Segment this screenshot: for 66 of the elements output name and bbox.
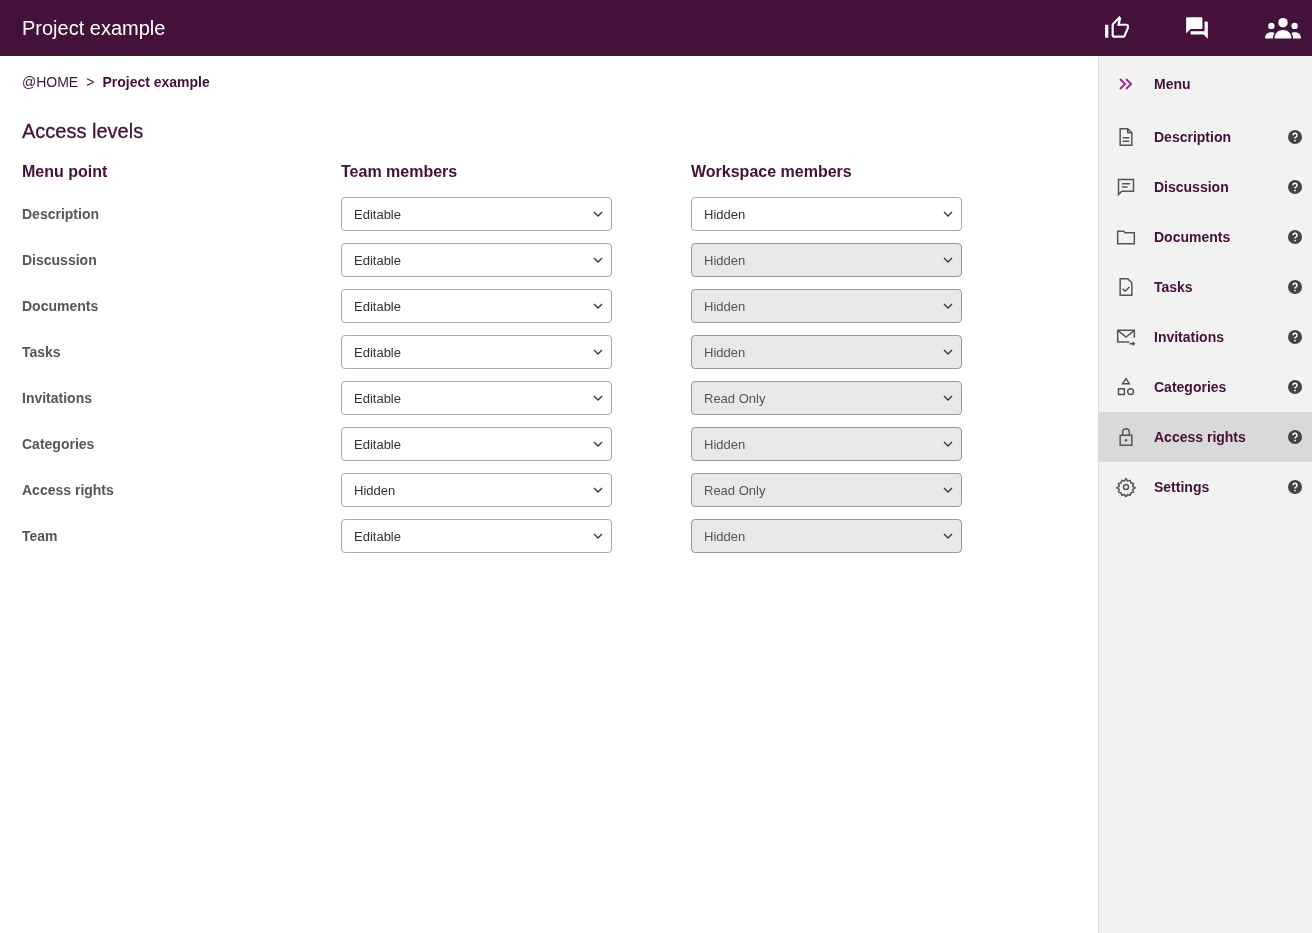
chevron-down-icon: [593, 439, 603, 449]
chevron-down-icon: [943, 439, 953, 449]
menu-point-label: Invitations: [22, 390, 93, 406]
column-header: Team members: [341, 163, 459, 182]
chevron-down-icon: [593, 209, 603, 219]
dropdown[interactable]: Hidden: [691, 197, 962, 231]
chevron-down-icon: [943, 393, 953, 403]
chevron-down-icon: [943, 485, 953, 495]
sidebar-item[interactable]: Description: [1099, 112, 1312, 162]
breadcrumb-separator: >: [86, 74, 95, 90]
help-icon[interactable]: [1288, 280, 1302, 294]
dropdown[interactable]: Editable: [341, 197, 612, 231]
chevron-down-icon: [593, 347, 603, 357]
menu-point-label: Discussion: [22, 252, 98, 268]
shapes-icon: [1116, 377, 1136, 397]
sidebar-item[interactable]: Tasks: [1099, 262, 1312, 312]
dropdown[interactable]: Editable: [341, 427, 612, 461]
chevron-down-icon: [943, 531, 953, 541]
checked-document-icon: [1116, 277, 1136, 297]
dropdown[interactable]: Editable: [341, 381, 612, 415]
breadcrumb-current: Project example: [102, 74, 210, 90]
menu-toggle[interactable]: Menu: [1099, 59, 1312, 109]
help-icon[interactable]: [1288, 480, 1302, 494]
message-icon: [1116, 177, 1136, 197]
help-icon[interactable]: [1288, 330, 1302, 344]
chevron-down-icon: [943, 209, 953, 219]
menu-point-label: Tasks: [22, 344, 62, 360]
chevron-down-icon: [943, 347, 953, 357]
sidebar-item[interactable]: Settings: [1099, 462, 1312, 512]
lock-icon: [1116, 427, 1136, 447]
folder-icon: [1116, 227, 1136, 247]
help-icon[interactable]: [1288, 380, 1302, 394]
chevron-down-icon: [593, 393, 603, 403]
dropdown[interactable]: Editable: [341, 519, 612, 553]
help-icon[interactable]: [1288, 180, 1302, 194]
chevron-down-icon: [943, 301, 953, 311]
column-header: Menu point: [22, 163, 109, 182]
document-icon: [1116, 127, 1136, 147]
dropdown[interactable]: Hidden: [341, 473, 612, 507]
app-title: Project example: [22, 16, 167, 40]
chevron-down-icon: [593, 531, 603, 541]
chevron-down-icon: [943, 255, 953, 265]
sidebar-item[interactable]: Categories: [1099, 362, 1312, 412]
chevron-down-icon: [593, 255, 603, 265]
menu-point-label: Documents: [22, 298, 100, 314]
sidebar-item[interactable]: Documents: [1099, 212, 1312, 262]
breadcrumb-link[interactable]: @HOME: [22, 74, 79, 90]
page-title: Access levels: [22, 120, 145, 143]
dropdown[interactable]: Editable: [341, 289, 612, 323]
menu-point-label: Team: [22, 528, 59, 544]
dropdown[interactable]: Editable: [341, 243, 612, 277]
menu-point-label: Access rights: [22, 482, 115, 498]
sidebar-item[interactable]: Access rights: [1099, 412, 1312, 462]
help-icon[interactable]: [1288, 230, 1302, 244]
help-icon[interactable]: [1288, 430, 1302, 444]
dropdown[interactable]: Editable: [341, 335, 612, 369]
chevron-down-icon: [593, 485, 603, 495]
mail-arrow-icon: [1116, 327, 1136, 347]
sidebar-item[interactable]: Invitations: [1099, 312, 1312, 362]
column-header: Workspace members: [691, 163, 853, 182]
help-icon[interactable]: [1288, 130, 1302, 144]
menu-point-label: Categories: [22, 436, 96, 452]
gear-icon: [1116, 477, 1136, 497]
menu-point-label: Description: [22, 206, 100, 222]
sidebar-item[interactable]: Discussion: [1099, 162, 1312, 212]
chevron-down-icon: [593, 301, 603, 311]
